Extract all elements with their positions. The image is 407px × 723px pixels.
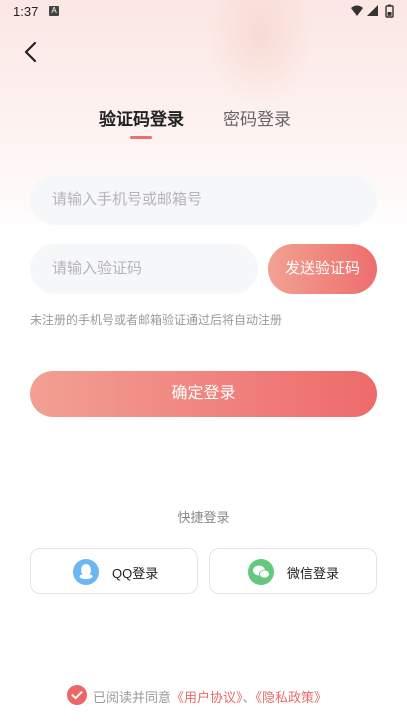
agreement-checkbox[interactable] <box>67 685 87 705</box>
status-bar: 1:37 A <box>0 0 407 24</box>
tab-sms-login[interactable]: 验证码登录 <box>99 105 184 130</box>
privacy-policy-link[interactable]: 《隐私政策》 <box>256 690 328 705</box>
wechat-icon <box>248 559 274 585</box>
qq-icon <box>73 559 99 585</box>
phone-email-input[interactable]: 请输入手机号或邮箱号 <box>30 175 377 225</box>
wechat-login-label: 微信登录 <box>287 566 340 581</box>
send-code-button[interactable]: 发送验证码 <box>268 244 377 294</box>
confirm-login-button[interactable]: 确定登录 <box>30 371 377 417</box>
agreement-separator: 、 <box>242 690 256 705</box>
battery-icon <box>385 4 394 18</box>
back-arrow-icon <box>24 41 37 63</box>
back-button[interactable] <box>20 40 44 64</box>
qq-login-button[interactable]: QQ登录 <box>30 548 198 594</box>
qq-login-label: QQ登录 <box>112 566 159 581</box>
agreement-prefix: 已阅读并同意 <box>93 690 172 705</box>
agreement-row: 已阅读并同意《用户协议》、《隐私政策》 <box>0 684 407 706</box>
quick-login-title: 快捷登录 <box>177 510 230 525</box>
phone-email-placeholder: 请输入手机号或邮箱号 <box>52 191 203 208</box>
verification-code-placeholder: 请输入验证码 <box>52 260 143 277</box>
login-tabs: 验证码登录 密码登录 <box>0 105 407 145</box>
wifi-icon <box>351 5 363 16</box>
auto-register-hint: 未注册的手机号或者邮箱验证通过后将自动注册 <box>30 313 283 327</box>
tab-password-login[interactable]: 密码登录 <box>223 105 291 130</box>
agreement-text: 已阅读并同意《用户协议》、《隐私政策》 <box>93 687 327 706</box>
status-icons <box>351 4 394 18</box>
active-tab-indicator <box>130 136 152 139</box>
notification-icon: A <box>49 6 59 16</box>
verification-code-input[interactable]: 请输入验证码 <box>30 244 258 294</box>
wechat-login-button[interactable]: 微信登录 <box>209 548 377 594</box>
status-time: 1:37 <box>13 4 39 19</box>
signal-icon <box>367 5 378 16</box>
check-icon <box>71 691 83 700</box>
user-agreement-link[interactable]: 《用户协议》 <box>171 690 243 705</box>
